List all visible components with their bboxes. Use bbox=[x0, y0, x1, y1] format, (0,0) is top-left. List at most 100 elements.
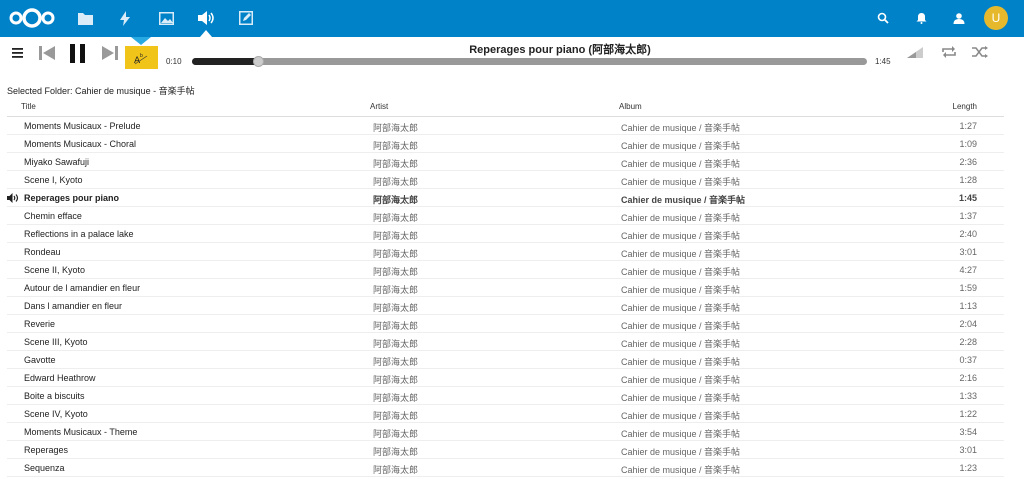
track-artist: 阿部海太郎 bbox=[373, 465, 419, 475]
track-artist: 阿部海太郎 bbox=[373, 141, 419, 151]
music-player-bar: Ab Reperages pour piano (阿部海太郎) 0:10 1:4… bbox=[0, 37, 1024, 77]
menu-hamburger-icon[interactable] bbox=[10, 46, 24, 60]
track-artist: 阿部海太郎 bbox=[373, 195, 419, 205]
table-row[interactable]: Scene II, Kyoto 阿部海太郎 Cahier de musique / … bbox=[7, 261, 1004, 279]
track-title: Moments Musicaux - Theme bbox=[24, 427, 138, 437]
track-artist: 阿部海太郎 bbox=[373, 339, 419, 349]
table-row[interactable]: Rondeau 阿部海太郎 Cahier de musique / 音楽手帖 3:01 bbox=[7, 243, 1004, 261]
track-length: 1:37 bbox=[959, 211, 977, 221]
column-header-album[interactable]: Album bbox=[619, 102, 642, 111]
bolt-icon[interactable] bbox=[116, 9, 134, 27]
track-artist: 阿部海太郎 bbox=[373, 159, 419, 169]
elapsed-time: 0:10 bbox=[166, 57, 182, 66]
track-artist: 阿部海太郎 bbox=[373, 231, 419, 241]
table-row[interactable]: Reverie 阿部海太郎 Cahier de musique / 音楽手帖 2:04 bbox=[7, 315, 1004, 333]
image-icon[interactable] bbox=[157, 9, 175, 27]
progress-bar-fill bbox=[192, 58, 260, 65]
table-row[interactable]: Boite a biscuits 阿部海太郎 Cahier de musique /… bbox=[7, 387, 1004, 405]
track-album: Cahier de musique / 音楽手帖 bbox=[621, 375, 741, 385]
track-title: Scene I, Kyoto bbox=[24, 175, 83, 185]
track-album: Cahier de musique / 音楽手帖 bbox=[621, 429, 741, 439]
track-title: Reflections in a palace lake bbox=[24, 229, 134, 239]
table-row[interactable]: Scene I, Kyoto 阿部海太郎 Cahier de musique / 音… bbox=[7, 171, 1004, 189]
table-row[interactable]: Reflections in a palace lake 阿部海太郎 Cahier … bbox=[7, 225, 1004, 243]
track-length: 1:13 bbox=[959, 301, 977, 311]
next-track-icon[interactable] bbox=[100, 44, 120, 62]
track-title: Reperages bbox=[24, 445, 69, 455]
track-title: Moments Musicaux - Prelude bbox=[24, 121, 141, 131]
track-album: Cahier de musique / 音楽手帖 bbox=[621, 141, 741, 151]
track-album: Cahier de musique / 音楽手帖 bbox=[621, 393, 741, 403]
track-title: Moments Musicaux - Choral bbox=[24, 139, 137, 149]
column-header-length[interactable]: Length bbox=[953, 102, 977, 111]
track-artist: 阿部海太郎 bbox=[373, 303, 419, 313]
album-cover-art: Ab bbox=[125, 46, 158, 69]
track-artist: 阿部海太郎 bbox=[373, 321, 419, 331]
track-length: 3:54 bbox=[959, 427, 977, 437]
track-title: Gavotte bbox=[24, 355, 56, 365]
track-artist: 阿部海太郎 bbox=[373, 357, 419, 367]
table-row[interactable]: Moments Musicaux - Prelude 阿部海太郎 Cahier de… bbox=[7, 117, 1004, 135]
track-title: Autour de l amandier en fleur bbox=[24, 283, 141, 293]
volume-icon[interactable] bbox=[906, 45, 924, 59]
table-row[interactable]: Moments Musicaux - Choral 阿部海太郎 Cahier de … bbox=[7, 135, 1004, 153]
track-artist: 阿部海太郎 bbox=[373, 393, 419, 403]
track-length: 1:27 bbox=[959, 121, 977, 131]
table-row[interactable]: Edward Heathrow 阿部海太郎 Cahier de musique / … bbox=[7, 369, 1004, 387]
contacts-icon[interactable] bbox=[951, 10, 967, 26]
table-row[interactable]: Sequenza 阿部海太郎 Cahier de musique / 音楽手帖 1:2… bbox=[7, 459, 1004, 477]
table-row[interactable]: Reperages 阿部海太郎 Cahier de musique / 音楽手帖 3:… bbox=[7, 441, 1004, 459]
nextcloud-logo-icon[interactable] bbox=[8, 7, 56, 29]
track-title: Sequenza bbox=[24, 463, 65, 473]
table-row[interactable]: Scene III, Kyoto 阿部海太郎 Cahier de musique /… bbox=[7, 333, 1004, 351]
track-album: Cahier de musique / 音楽手帖 bbox=[621, 249, 741, 259]
table-row[interactable]: Gavotte 阿部海太郎 Cahier de musique / 音楽手帖 0:37 bbox=[7, 351, 1004, 369]
track-title: Dans l amandier en fleur bbox=[24, 301, 123, 311]
column-header-artist[interactable]: Artist bbox=[370, 102, 388, 111]
table-row[interactable]: Dans l amandier en fleur 阿部海太郎 Cahier de m… bbox=[7, 297, 1004, 315]
track-artist: 阿部海太郎 bbox=[373, 267, 419, 277]
table-row[interactable]: Scene IV, Kyoto 阿部海太郎 Cahier de musique / … bbox=[7, 405, 1004, 423]
track-album: Cahier de musique / 音楽手帖 bbox=[621, 357, 741, 367]
track-album: Cahier de musique / 音楽手帖 bbox=[621, 213, 741, 223]
table-row[interactable]: Moments Musicaux - Theme 阿部海太郎 Cahier de m… bbox=[7, 423, 1004, 441]
table-row[interactable]: Miyako Sawafuji 阿部海太郎 Cahier de musique / … bbox=[7, 153, 1004, 171]
track-artist: 阿部海太郎 bbox=[373, 177, 419, 187]
track-album: Cahier de musique / 音楽手帖 bbox=[621, 123, 741, 133]
table-row[interactable]: Autour de l amandier en fleur 阿部海太郎 Cahier… bbox=[7, 279, 1004, 297]
speaker-icon[interactable] bbox=[197, 9, 215, 27]
track-title: Rondeau bbox=[24, 247, 61, 257]
track-album: Cahier de musique / 音楽手帖 bbox=[621, 159, 741, 169]
track-length: 3:01 bbox=[959, 445, 977, 455]
tracks-table-header: Title Artist Album Length bbox=[7, 100, 1004, 117]
user-avatar[interactable]: U bbox=[984, 6, 1008, 30]
notifications-bell-icon[interactable] bbox=[913, 10, 929, 26]
track-album: Cahier de musique / 音楽手帖 bbox=[621, 321, 741, 331]
track-length: 0:37 bbox=[959, 355, 977, 365]
progress-bar[interactable] bbox=[192, 56, 867, 67]
track-title: Scene IV, Kyoto bbox=[24, 409, 88, 419]
track-title: Scene II, Kyoto bbox=[24, 265, 86, 275]
track-length: 3:01 bbox=[959, 247, 977, 257]
repeat-icon[interactable] bbox=[940, 45, 958, 59]
track-length: 1:59 bbox=[959, 283, 977, 293]
now-playing-indicator bbox=[131, 37, 151, 45]
track-artist: 阿部海太郎 bbox=[373, 429, 419, 439]
progress-bar-handle[interactable] bbox=[253, 56, 265, 67]
previous-track-icon[interactable] bbox=[37, 44, 57, 62]
shuffle-icon[interactable] bbox=[971, 45, 989, 59]
top-navigation-bar: U bbox=[0, 0, 1024, 37]
tracks-table-body: Moments Musicaux - Prelude 阿部海太郎 Cahier de… bbox=[7, 117, 1004, 477]
edit-icon[interactable] bbox=[237, 9, 255, 27]
table-row[interactable]: Chemin efface 阿部海太郎 Cahier de musique / 音楽… bbox=[7, 207, 1004, 225]
track-length: 1:22 bbox=[959, 409, 977, 419]
table-row[interactable]: Reperages pour piano 阿部海太郎 Cahier de musiq… bbox=[7, 189, 1004, 207]
track-album: Cahier de musique / 音楽手帖 bbox=[621, 411, 741, 421]
folder-icon[interactable] bbox=[76, 9, 94, 27]
track-album: Cahier de musique / 音楽手帖 bbox=[621, 447, 741, 457]
pause-icon[interactable] bbox=[67, 42, 89, 64]
track-length: 4:27 bbox=[959, 265, 977, 275]
column-header-title[interactable]: Title bbox=[21, 102, 36, 111]
search-icon[interactable] bbox=[875, 10, 891, 26]
track-length: 2:40 bbox=[959, 229, 977, 239]
